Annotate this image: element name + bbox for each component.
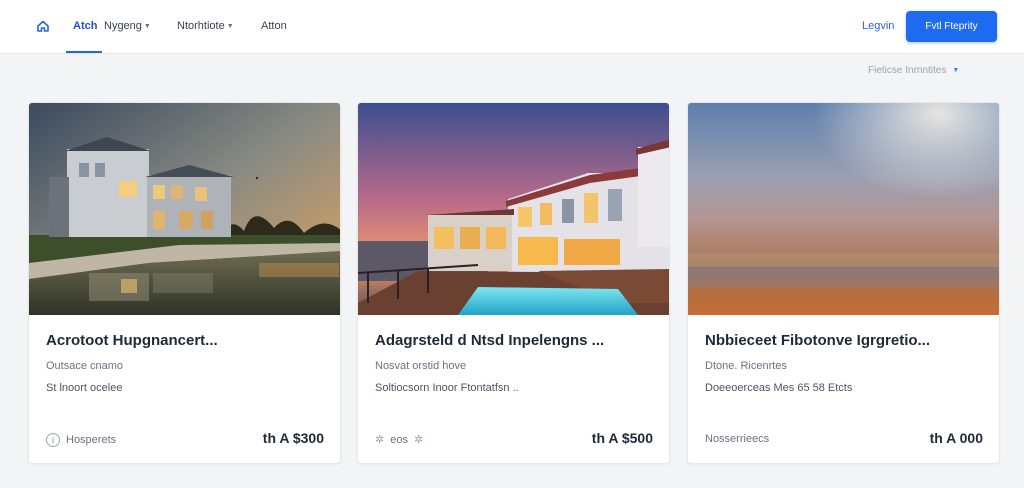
card-meta: Nosserrieecs — [705, 433, 769, 445]
property-image[interactable] — [29, 103, 340, 315]
nav-item-label: Atton — [261, 20, 287, 32]
sort-dropdown-label: Fieticse Inrnntites — [868, 65, 947, 76]
card-price: th A $500 — [591, 430, 653, 446]
active-tab-indicator — [66, 51, 102, 53]
sort-dropdown[interactable]: Fieticse Inrnntites ▼ — [868, 65, 959, 76]
info-icon: i — [46, 433, 60, 447]
property-card[interactable]: Adagrsteld d Ntsd Inpelengns ... Nosvat … — [357, 102, 670, 464]
card-meta: ✲ eos ✲ — [375, 433, 424, 447]
card-price: th A 000 — [929, 430, 983, 446]
card-details: St lnoort ocelee — [46, 382, 123, 394]
card-meta-label: Nosserrieecs — [705, 433, 770, 445]
cta-button-label: Fvtl Fteprity — [925, 21, 978, 32]
property-card[interactable]: Acrotoot Hupgnancert... Outsace cnamo St… — [28, 102, 341, 464]
card-details: Doeeoerceas Mes 65 58 Etcts — [705, 382, 853, 394]
card-title[interactable]: Adagrsteld d Ntsd Inpelengns ... — [375, 332, 604, 349]
card-title[interactable]: Nbbieceet Fibotonve Igrgretio... — [705, 332, 930, 349]
property-card[interactable]: Nbbieceet Fibotonve Igrgretio... Dtone. … — [687, 102, 1000, 464]
nav-item-label: Atch — [73, 20, 98, 32]
card-subtitle: Dtone. Ricenrtes — [705, 360, 787, 372]
nav-item-label: Ntorhtiote — [177, 20, 225, 32]
chevron-down-icon: ▼ — [226, 22, 234, 30]
nav-item-atton[interactable]: Atton — [261, 20, 287, 32]
chevron-down-icon: ▼ — [952, 66, 960, 74]
home-icon[interactable] — [35, 18, 51, 34]
card-meta: i Hosperets — [46, 433, 116, 447]
top-navigation-bar: Atch Nygeng ▼ Ntorhtiote ▼ Atton Legvin Fv… — [0, 0, 1024, 54]
nav-item-label: Nygeng — [104, 20, 142, 32]
star-icon: ✲ — [413, 434, 424, 446]
card-title[interactable]: Acrotoot Hupgnancert... — [46, 332, 218, 349]
card-meta-label: Hosperets — [66, 434, 117, 446]
property-image[interactable] — [688, 103, 999, 315]
star-icon: ✲ — [375, 434, 385, 446]
cta-button[interactable]: Fvtl Fteprity — [906, 11, 997, 42]
nav-item-nygeng[interactable]: Nygeng ▼ — [104, 20, 151, 32]
card-details: Soltiocsorn Inoor Ftontatfsn .. — [375, 382, 519, 394]
login-link[interactable]: Legvin — [862, 20, 894, 32]
nav-item-ntorhtiote[interactable]: Ntorhtiote ▼ — [177, 20, 234, 32]
card-price: th A $300 — [262, 430, 324, 446]
nav-item-atch[interactable]: Atch — [73, 20, 97, 32]
card-subtitle: Outsace cnamo — [46, 360, 124, 372]
chevron-down-icon: ▼ — [143, 22, 151, 30]
card-meta-label: eos — [390, 433, 408, 446]
card-subtitle: Nosvat orstid hove — [375, 360, 467, 372]
property-image[interactable] — [358, 103, 669, 315]
